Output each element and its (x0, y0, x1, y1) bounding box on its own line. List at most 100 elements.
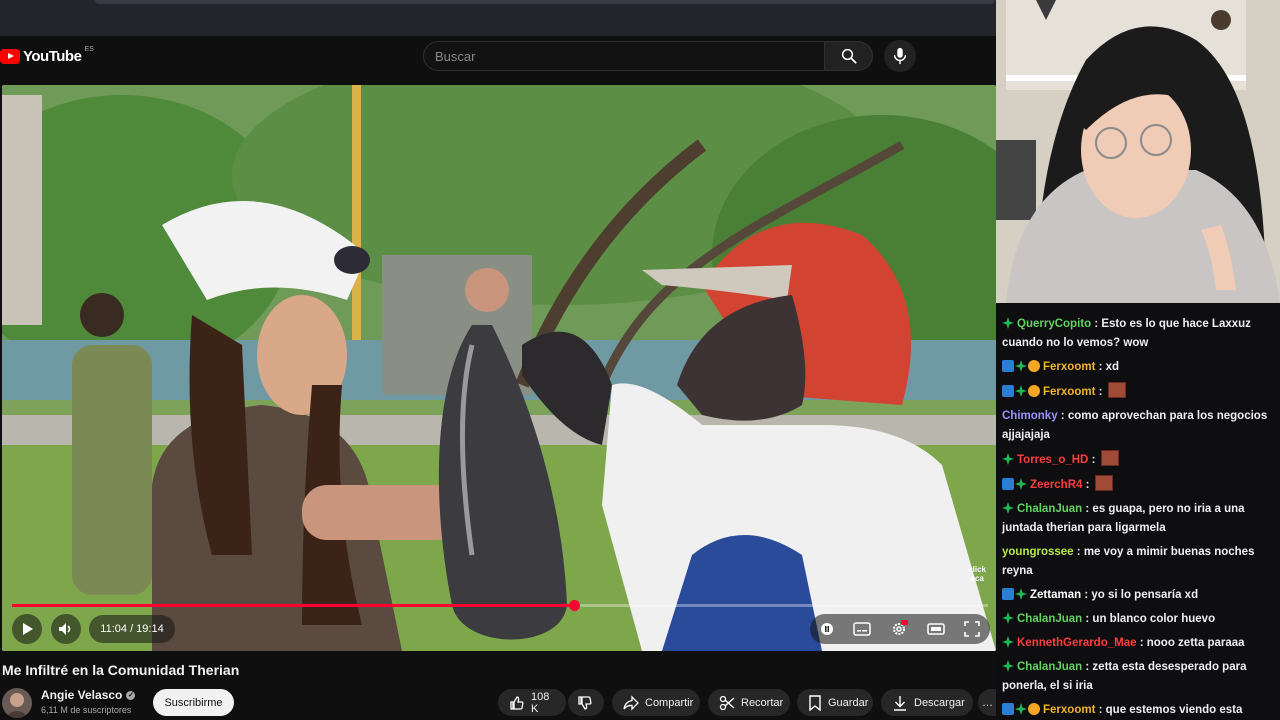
webcam-overlay (996, 0, 1280, 303)
youtube-wordmark: YouTube (23, 48, 82, 65)
bookmark-icon (809, 694, 821, 711)
mod-badge-icon[interactable] (1015, 478, 1027, 490)
chat-message: QuerryCopito : Esto es lo que hace Laxxu… (996, 313, 1280, 356)
chat-text: xd (1105, 361, 1120, 373)
play-button[interactable] (12, 614, 42, 644)
prime-badge-icon[interactable] (1002, 478, 1014, 490)
chat-username[interactable]: ChalanJuan (1017, 613, 1082, 625)
more-actions-button[interactable]: … (978, 689, 998, 716)
channel-name[interactable]: Angie Velasco ✓ (41, 688, 136, 702)
chat-username[interactable]: KennethGerardo_Mae (1017, 637, 1137, 649)
mod-badge-icon[interactable] (1015, 360, 1027, 372)
save-label: Guardar (828, 696, 869, 709)
channel-name-text: Angie Velasco (41, 688, 123, 702)
chat-emote-icon (1094, 475, 1113, 491)
voice-search-button[interactable] (884, 40, 916, 72)
chat-separator: : (1088, 454, 1099, 466)
chat-username[interactable]: ZeerchR4 (1030, 479, 1082, 491)
verified-check-icon: ✓ (126, 690, 136, 700)
chat-username[interactable]: Ferxoomt (1043, 704, 1095, 716)
chat-badges (1002, 502, 1014, 514)
chat-username[interactable]: Zettaman (1030, 589, 1081, 601)
bits-badge-icon[interactable] (1028, 385, 1040, 397)
chat-text: yo si lo pensaría xd (1091, 589, 1199, 601)
dislike-button[interactable] (568, 689, 604, 716)
prime-badge-icon[interactable] (1002, 588, 1014, 600)
mod-badge-icon[interactable] (1002, 317, 1014, 329)
chat-username[interactable]: QuerryCopito (1017, 318, 1091, 330)
bits-badge-icon[interactable] (1028, 703, 1040, 715)
youtube-logo[interactable]: YouTube ES (0, 46, 94, 65)
mod-badge-icon[interactable] (1015, 703, 1027, 715)
chat-badges (1002, 703, 1040, 715)
chat-message: youngrossee : me voy a mimir buenas noch… (996, 541, 1280, 584)
settings-gear-icon[interactable] (890, 620, 908, 638)
chat-username[interactable]: ChalanJuan (1017, 503, 1082, 515)
channel-avatar[interactable] (2, 688, 32, 718)
channel-watermark[interactable]: click aca (968, 565, 986, 583)
country-code: ES (84, 46, 94, 53)
chat-badges (1002, 317, 1014, 329)
capture-top-bar (0, 0, 996, 36)
progress-bar[interactable] (12, 600, 988, 611)
chat-separator: : (1095, 361, 1106, 373)
chat-separator: : (1057, 410, 1068, 422)
chat-username[interactable]: Chimonky (1002, 410, 1058, 422)
like-button[interactable]: 108 K (498, 689, 566, 716)
webcam-frame (996, 0, 1280, 303)
bits-badge-icon[interactable] (1028, 360, 1040, 372)
save-button[interactable]: Guardar (797, 689, 873, 716)
chat-badges (1002, 478, 1027, 490)
mod-badge-icon[interactable] (1002, 502, 1014, 514)
chat-separator: : (1082, 613, 1093, 625)
download-button[interactable]: Descargar (881, 689, 973, 716)
search-input[interactable]: Buscar (423, 41, 825, 71)
clip-label: Recortar (741, 696, 784, 709)
share-button[interactable]: Compartir (612, 689, 700, 716)
chat-username[interactable]: Torres_o_HD (1017, 454, 1088, 466)
mod-badge-icon[interactable] (1002, 453, 1014, 465)
volume-button[interactable] (51, 614, 81, 644)
fullscreen-icon[interactable] (964, 621, 981, 637)
chat-separator: : (1082, 661, 1093, 673)
mod-badge-icon[interactable] (1002, 660, 1014, 672)
prime-badge-icon[interactable] (1002, 360, 1014, 372)
chat-badges (1002, 360, 1040, 372)
chat-badges (1002, 453, 1014, 465)
thumbs-down-icon (578, 695, 592, 710)
chat-username[interactable]: youngrossee (1002, 546, 1074, 558)
mod-badge-icon[interactable] (1002, 612, 1014, 624)
prime-badge-icon[interactable] (1002, 385, 1014, 397)
chat-emote-icon (1107, 382, 1126, 398)
chat-badges (1002, 385, 1040, 397)
share-label: Compartir (645, 696, 694, 709)
subscriber-count: 6,11 M de suscriptores (41, 705, 132, 715)
search-icon (841, 48, 857, 64)
chat-top-mask (996, 303, 1280, 307)
chat-badges (1002, 636, 1014, 648)
scissors-icon (719, 695, 735, 710)
chat-separator: : (1082, 503, 1093, 515)
chat-message: Ferxoomt : que estemos viendo esta mierd… (996, 699, 1280, 720)
chat-username[interactable]: Ferxoomt (1043, 361, 1095, 373)
subtitles-icon[interactable] (853, 622, 871, 636)
mod-badge-icon[interactable] (1015, 588, 1027, 600)
share-arrow-icon (623, 694, 639, 711)
video-player[interactable]: click aca 11:04 / 19:14 (2, 85, 996, 651)
search-placeholder: Buscar (435, 48, 476, 64)
subscribe-button[interactable]: Suscribirme (153, 689, 234, 716)
video-title: Me Infiltré en la Comunidad Therian (2, 662, 240, 678)
clip-button[interactable]: Recortar (708, 689, 790, 716)
mod-badge-icon[interactable] (1015, 385, 1027, 397)
chat-message: ChalanJuan : zetta esta desesperado para… (996, 656, 1280, 699)
player-right-controls (810, 614, 990, 644)
chat-message: Ferxoomt : xd (996, 356, 1280, 380)
autoplay-toggle-icon[interactable] (820, 622, 834, 636)
mod-badge-icon[interactable] (1002, 636, 1014, 648)
chat-username[interactable]: Ferxoomt (1043, 386, 1095, 398)
prime-badge-icon[interactable] (1002, 703, 1014, 715)
search-button[interactable] (825, 41, 873, 71)
chat-message: Zettaman : yo si lo pensaría xd (996, 584, 1280, 608)
chat-username[interactable]: ChalanJuan (1017, 661, 1082, 673)
theater-mode-icon[interactable] (927, 622, 945, 636)
